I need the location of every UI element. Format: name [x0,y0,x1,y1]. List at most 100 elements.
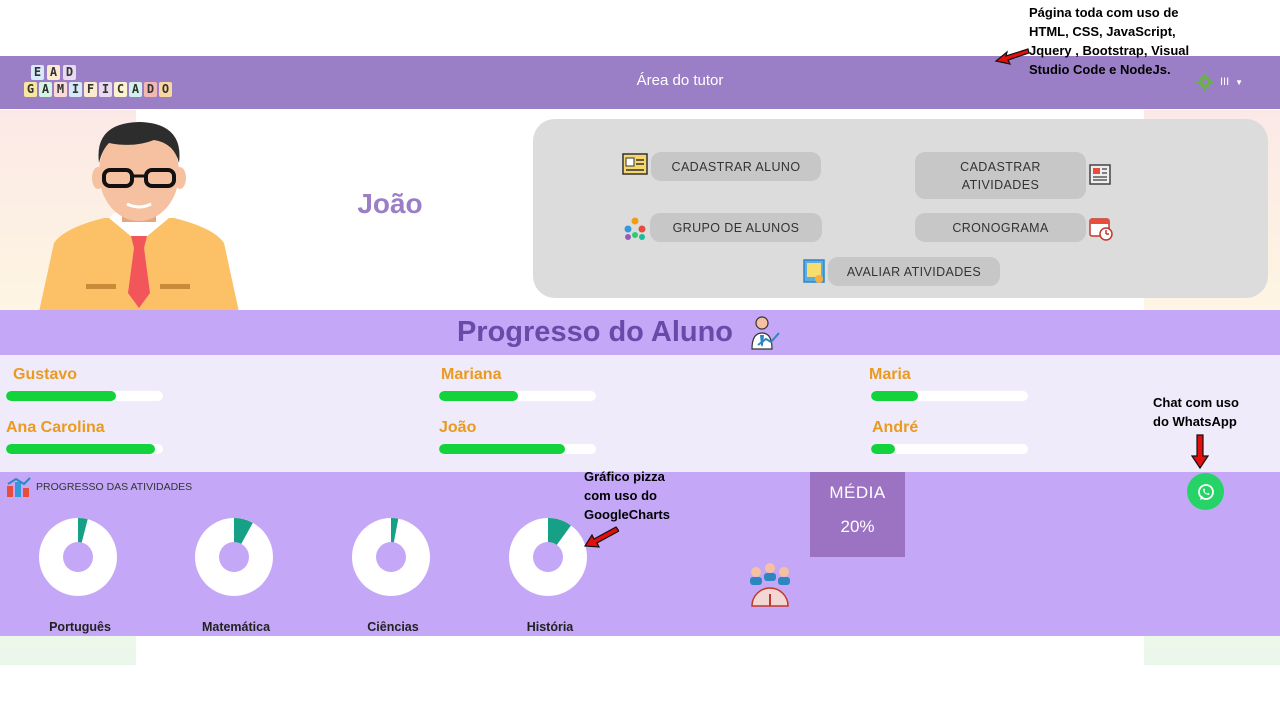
subject-label: História [526,620,574,634]
annotation-tech-stack: Página toda com uso de HTML, CSS, JavaSc… [1029,3,1189,79]
student-progress-item: Maria [869,366,1041,401]
whatsapp-chat-button[interactable] [1187,473,1224,510]
student-progress-fill [439,391,518,401]
group-icon [624,217,646,240]
logo-tile: A [129,82,142,97]
student-progress-list: Gustavo Mariana Maria Ana Carolina João André [0,355,1280,472]
student-name: Maria [869,366,911,383]
annotation-line: do WhatsApp [1153,414,1237,429]
annotation-line: Gráfico pizza [584,469,665,484]
student-progress-fill [871,391,919,401]
tutor-avatar [39,122,239,312]
student-progress-bar [871,444,1028,454]
logo-tile: G [24,82,37,97]
donut-hole [219,542,249,572]
annotation-chart: Gráfico pizza com uso do GoogleCharts [584,467,670,524]
logo-tile: D [144,82,157,97]
subject-donut-chart [39,518,117,596]
media-label: MÉDIA [829,483,886,502]
student-name: Ana Carolina [6,419,105,436]
team-gauge-icon [750,563,790,607]
activities-header: PROGRESSO DAS ATIVIDADES [6,476,192,498]
ead-gamificado-logo[interactable]: EADGAMIFICADO [24,63,180,103]
subject-donut-chart [352,518,430,596]
logo-tile: M [54,82,67,97]
chart-icon [7,477,31,497]
page: EADGAMIFICADO Área do tutor III ▼ João C… [0,0,1280,720]
student-progress-bar [6,444,163,454]
annotation-line: HTML, CSS, JavaScript, [1029,24,1176,39]
grupo-de-alunos-button[interactable]: GRUPO DE ALUNOS [650,213,822,242]
student-progress-bar [439,444,596,454]
action-panel: CADASTRAR ALUNO CADASTRAR ATIVIDADES GRU… [533,119,1268,298]
annotation-whatsapp: Chat com uso do WhatsApp [1153,393,1239,431]
student-name: André [872,419,919,436]
student-progress-bar [871,391,1028,401]
media-box: MÉDIA 20% [810,472,905,557]
student-progress-item: André [871,419,1041,454]
logo-tile: O [159,82,172,97]
progress-header: Progresso do Aluno [0,310,1280,355]
arrow-icon [583,526,619,548]
nav-title: Área do tutor [636,72,724,89]
chevron-down-icon: ▼ [1235,77,1244,87]
student-name: João [439,419,477,436]
student-progress-fill [871,444,895,454]
subject-label: Português [49,620,111,634]
donut-hole [533,542,563,572]
cadastrar-atividades-line2: ATIVIDADES [961,177,1040,192]
activities-header-label: PROGRESSO DAS ATIVIDADES [36,481,193,493]
newspaper-icon [1089,164,1111,185]
logo-tile: F [84,82,97,97]
calendar-clock-icon [1089,218,1113,241]
student-progress-fill [6,444,156,454]
logo-tile: I [69,82,82,97]
logo-tile: A [39,82,52,97]
student-progress-fill [439,444,565,454]
student-progress-item: Gustavo [6,366,176,401]
cadastrar-atividades-button[interactable]: CADASTRAR ATIVIDADES [915,152,1086,199]
student-progress-bar [439,391,596,401]
cadastrar-aluno-button[interactable]: CADASTRAR ALUNO [651,152,821,181]
user-menu-dropdown[interactable]: III ▼ [1196,70,1250,94]
annotation-line: com uso do [584,488,657,503]
logo-tile: D [63,65,76,80]
photo-frame-icon [803,259,825,283]
tutor-name: João [357,188,423,219]
media-value: 20% [840,517,875,536]
subject-label: Matemática [201,620,271,634]
annotation-line: Chat com uso [1153,395,1239,410]
whatsapp-icon [1197,483,1214,500]
student-name: Gustavo [13,366,78,383]
annotation-line: GoogleCharts [584,507,670,522]
student-progress-fill [6,391,116,401]
avaliar-atividades-button[interactable]: AVALIAR ATIVIDADES [828,257,1000,286]
student-progress-bar [6,391,163,401]
id-card-icon [622,153,648,175]
subject-label: Ciências [367,620,419,634]
annotation-line: Página toda com uso de [1029,5,1179,20]
subject-donut-chart [195,518,273,596]
logo-tile: C [114,82,127,97]
tutor-section: João CADASTRAR ALUNO CADASTRAR ATIVIDADE… [0,110,1280,312]
student-progress-item: Ana Carolina [6,419,176,454]
subject-donut-chart [509,518,587,596]
logo-tile: E [31,65,44,80]
arrow-icon [1191,434,1209,470]
student-name: Mariana [441,366,502,383]
student-progress-item: Mariana [439,366,609,401]
donut-hole [63,542,93,572]
gear-avatar-icon [1196,73,1214,91]
donut-hole [376,542,406,572]
menu-glyph: III [1220,76,1230,88]
student-progress-item: João [439,419,609,454]
cronograma-button[interactable]: CRONOGRAMA [915,213,1086,242]
progress-title: Progresso do Aluno [456,316,734,348]
logo-tile: I [99,82,112,97]
presenter-icon [751,316,780,350]
arrow-icon [994,48,1030,65]
cadastrar-atividades-line1: CADASTRAR [960,159,1041,174]
annotation-line: Studio Code e NodeJs. [1029,62,1171,77]
annotation-line: Jquery , Bootstrap, Visual [1029,43,1190,58]
logo-tile: A [47,65,60,80]
